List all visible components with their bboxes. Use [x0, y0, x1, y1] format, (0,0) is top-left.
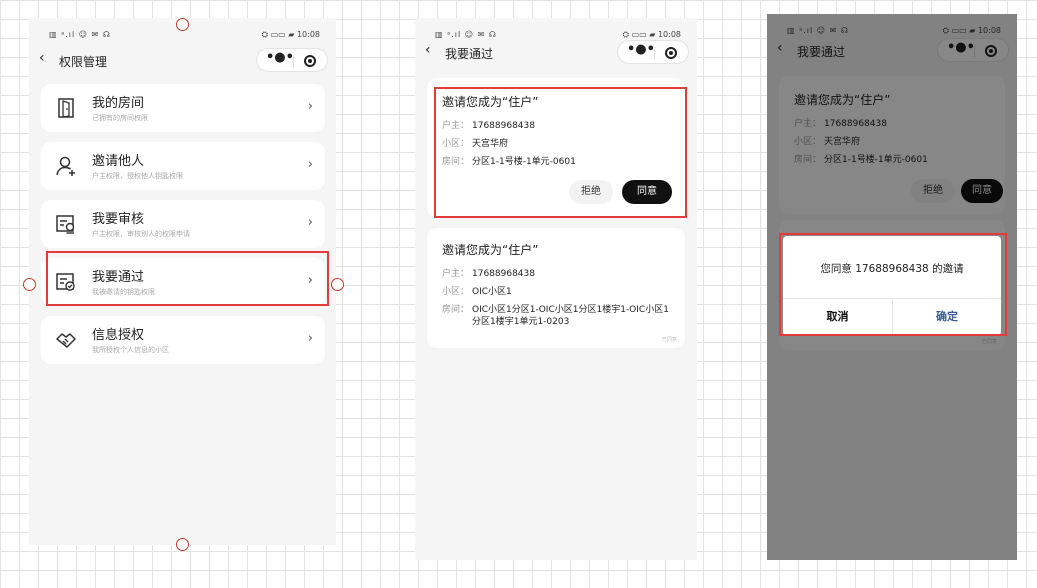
- community-row: 小区： OIC小区1: [442, 286, 512, 298]
- menu-item-subtitle: 户主权限，审核别人的权限申请: [92, 230, 190, 238]
- approve-icon: [56, 273, 75, 291]
- status-badge: 已同意: [661, 337, 677, 343]
- back-icon[interactable]: ‹: [425, 42, 431, 58]
- cancel-button[interactable]: 取消: [783, 298, 892, 336]
- menu-item-subtitle: 我被邀请的钥匙权限: [92, 288, 155, 296]
- resize-handle[interactable]: [331, 278, 344, 291]
- invitation-title: 邀请您成为“住户”: [442, 243, 539, 257]
- miniapp-capsule: •●•: [617, 40, 689, 64]
- confirm-dialog: 您同意 17688968438 的邀请 取消 确定: [783, 236, 1001, 336]
- invitation-title: 邀请您成为“住户”: [442, 95, 539, 109]
- menu-item-subtitle: 已拥有的房间权限: [92, 114, 148, 122]
- invitation-card: 邀请您成为“住户” 户主： 17688968438 小区： OIC小区1 房间： OI…: [427, 228, 685, 348]
- page-title: 权限管理: [59, 55, 108, 69]
- owner-row: 户主： 17688968438: [442, 268, 535, 280]
- nav-bar: ‹ 我要通过 •●•: [415, 40, 697, 68]
- close-miniapp-icon[interactable]: [304, 55, 316, 67]
- menu-item-review[interactable]: 我要审核 户主权限，审核别人的权限申请 ›: [41, 200, 325, 248]
- status-left-icons: ▥ ᵃ.ıl ☺ ✉ ☊: [49, 30, 111, 39]
- agree-button[interactable]: 同意: [622, 180, 672, 204]
- chevron-right-icon: ›: [307, 157, 313, 172]
- owner-row: 户主： 17688968438: [442, 120, 535, 132]
- room-row: 房间： OIC小区1分区1-OIC小区1分区1楼宇1-OIC小区1分区1楼宇1单元…: [442, 304, 669, 327]
- chevron-right-icon: ›: [307, 215, 313, 230]
- resize-handle[interactable]: [23, 278, 36, 291]
- resize-handle[interactable]: [176, 18, 189, 31]
- owner-value: 17688968438: [472, 121, 535, 131]
- room-value: OIC小区1分区1-OIC小区1分区1楼宇1-OIC小区1分区1楼宇1单元1-0…: [472, 305, 669, 327]
- menu-item-info-authorization[interactable]: 信息授权 我所授权个人信息的小区 ›: [41, 316, 325, 364]
- chevron-right-icon: ›: [307, 331, 313, 346]
- screen-approve-confirm: ▥ ᵃ.ıl ☺ ✉ ☊ ⛭ ▭▭ ▰ 10:08 ‹ 我要通过 •●• 邀请您…: [767, 14, 1017, 560]
- menu-item-subtitle: 我所授权个人信息的小区: [92, 346, 169, 354]
- door-icon: [58, 98, 74, 118]
- community-row: 小区： 天宫华府: [442, 138, 508, 150]
- handshake-icon: [56, 333, 76, 348]
- chevron-right-icon: ›: [307, 273, 313, 288]
- more-icon[interactable]: •●•: [266, 50, 294, 65]
- menu-item-title: 信息授权: [92, 328, 145, 343]
- room-row: 房间： 分区1-1号楼-1单元-0601: [442, 156, 576, 168]
- community-value: OIC小区1: [472, 287, 512, 297]
- resize-handle[interactable]: [176, 538, 189, 551]
- more-icon[interactable]: •●•: [627, 42, 655, 57]
- status-right-icons: ⛭ ▭▭ ▰ 10:08: [261, 30, 320, 39]
- chevron-right-icon: ›: [307, 99, 313, 114]
- reject-button[interactable]: 拒绝: [569, 180, 613, 204]
- screen-approve-invitations: ▥ ᵃ.ıl ☺ ✉ ☊ ⛭ ▭▭ ▰ 10:08 ‹ 我要通过 •●• 邀请您…: [415, 18, 697, 560]
- menu-item-invite-others[interactable]: 邀请他人 户主权限，授权他人钥匙权限 ›: [41, 142, 325, 190]
- close-miniapp-icon[interactable]: [665, 47, 677, 59]
- menu-item-title: 我要通过: [92, 270, 145, 285]
- invitation-card: 邀请您成为“住户” 户主： 17688968438 小区： 天宫华府 房间： 分区1-…: [427, 78, 685, 218]
- menu-item-title: 我的房间: [92, 96, 145, 111]
- screen-permission-management: ▥ ᵃ.ıl ☺ ✉ ☊ ⛭ ▭▭ ▰ 10:08 ‹ 权限管理 •●• 我的房…: [29, 18, 336, 545]
- status-right-icons: ⛭ ▭▭ ▰ 10:08: [622, 30, 681, 39]
- page-title: 我要通过: [445, 47, 494, 61]
- menu-item-title: 我要审核: [92, 212, 145, 227]
- community-value: 天宫华府: [472, 139, 509, 149]
- menu-item-my-rooms[interactable]: 我的房间 已拥有的房间权限 ›: [41, 84, 325, 132]
- miniapp-capsule: •●•: [256, 48, 328, 72]
- review-icon: [56, 215, 75, 234]
- room-value: 分区1-1号楼-1单元-0601: [472, 157, 576, 167]
- menu-item-approve[interactable]: 我要通过 我被邀请的钥匙权限 ›: [41, 258, 325, 306]
- person-add-icon: [56, 156, 75, 176]
- back-icon[interactable]: ‹: [39, 50, 45, 66]
- confirm-button[interactable]: 确定: [893, 298, 1001, 336]
- status-left-icons: ▥ ᵃ.ıl ☺ ✉ ☊: [435, 30, 497, 39]
- nav-bar: ‹ 权限管理 •●•: [29, 48, 336, 76]
- dialog-message: 您同意 17688968438 的邀请: [820, 263, 964, 275]
- owner-value: 17688968438: [472, 269, 535, 279]
- menu-item-title: 邀请他人: [92, 154, 145, 169]
- menu-item-subtitle: 户主权限，授权他人钥匙权限: [92, 172, 183, 180]
